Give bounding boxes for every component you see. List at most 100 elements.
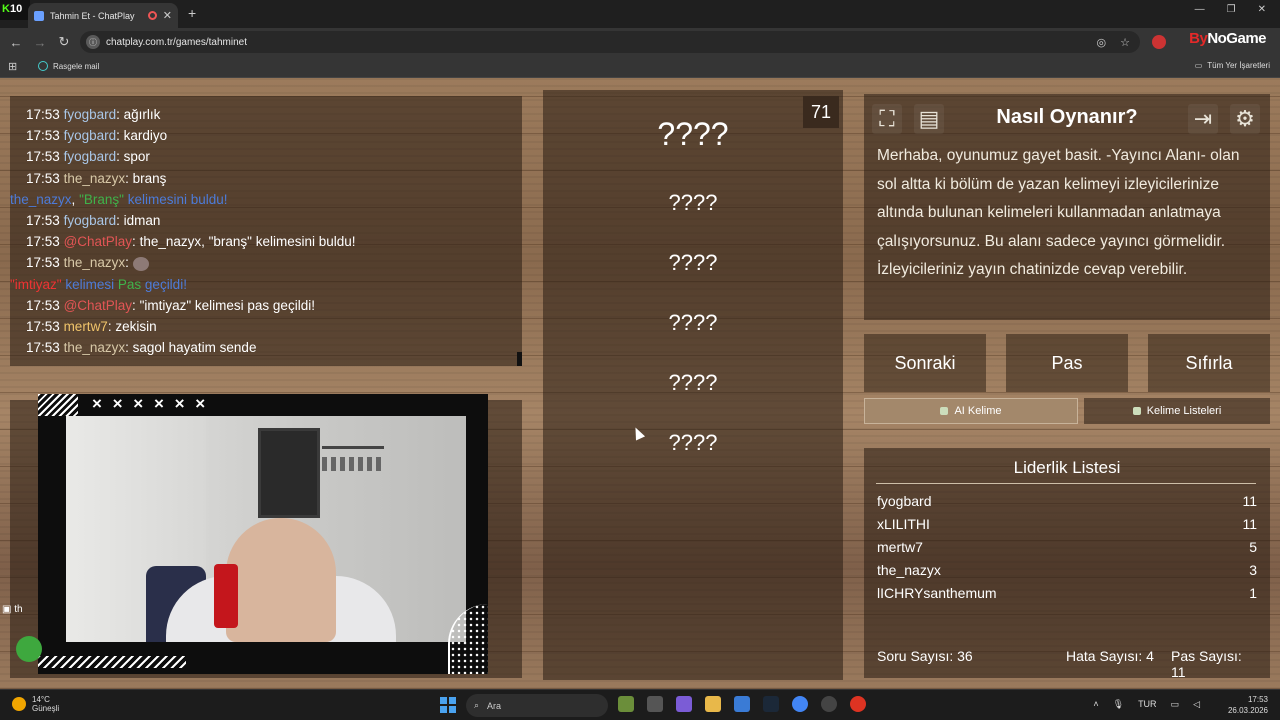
browser-tab[interactable]: Tahmin Et - ChatPlay ✕ (28, 3, 178, 28)
next-button[interactable]: Sonraki (864, 334, 986, 392)
system-message: "imtiyaz" kelimesi Pas geçildi! (10, 274, 522, 295)
pass-button[interactable]: Pas (1006, 334, 1128, 392)
chat-emote-icon (132, 256, 149, 271)
file-explorer-icon[interactable] (705, 696, 721, 712)
extension-icon[interactable] (1152, 35, 1166, 49)
weather-temp: 14°C (32, 695, 50, 704)
player-score: 3 (1249, 562, 1257, 578)
chevron-up-icon[interactable]: ˄ (1093, 699, 1098, 710)
chat-time: 17:53 (26, 170, 60, 186)
eye-off-icon[interactable]: ◎ (1097, 36, 1107, 49)
all-bookmarks-label: Tüm Yer İşaretleri (1207, 61, 1270, 70)
clock[interactable]: 17:53 26.03.2026 (1228, 694, 1268, 716)
player-name: fyogbard (877, 493, 932, 509)
store-icon[interactable] (734, 696, 750, 712)
chat-text: the_nazyx, "branş" kelimesini buldu! (139, 234, 356, 250)
chat-time: 17:53 (26, 319, 60, 335)
chat-time: 17:53 (26, 340, 60, 356)
word-lists-tab[interactable]: Kelime Listeleri (1084, 398, 1270, 424)
player-name: lICHRYsanthemum (877, 585, 997, 601)
network-icon[interactable]: ▭ (1171, 699, 1180, 710)
chat-time: 17:53 (26, 255, 60, 271)
system-message: the_nazyx, "Branş" kelimesini buldu! (10, 191, 228, 207)
back-icon[interactable]: ← (4, 35, 28, 50)
chat-time: 17:53 (26, 234, 60, 250)
forward-icon[interactable]: → (28, 35, 52, 50)
restore-icon[interactable]: ❐ (1227, 4, 1236, 15)
url-field[interactable]: ⓘ chatplay.com.tr/games/tahminet (80, 31, 1140, 53)
weather-widget[interactable]: 14°C Güneşli (12, 695, 59, 713)
player-score: 11 (1242, 493, 1257, 509)
chrome-icon[interactable] (792, 696, 808, 712)
cam-microphone (214, 564, 238, 628)
sys-text: kelimesini buldu! (127, 191, 228, 207)
sys-text: geçildi! (144, 276, 187, 292)
windows-start-icon[interactable] (440, 697, 456, 713)
recorder-icon[interactable] (850, 696, 866, 712)
tab-title: Tahmin Et - ChatPlay (50, 10, 135, 21)
minimize-icon[interactable]: — (1195, 4, 1205, 15)
all-bookmarks[interactable]: ▭ Tüm Yer İşaretleri (1195, 61, 1270, 70)
chat-user: fyogbard (63, 213, 117, 229)
bookmark-favicon-icon (38, 61, 48, 71)
crown-icon: ▣ (2, 604, 12, 615)
sys-text: kelimesi (65, 276, 115, 292)
chat-user: the_nazyx (63, 255, 126, 271)
chat-user: @ChatPlay (63, 297, 133, 313)
chat-time: 17:53 (26, 297, 60, 313)
webcam-video (66, 416, 466, 642)
apps-grid-icon[interactable]: ⊞ (8, 60, 17, 73)
error-count: Hata Sayısı: 4 (1066, 648, 1154, 664)
url-actions: ◎ ☆ (1097, 36, 1130, 49)
ai-word-label: AI Kelime (954, 405, 1002, 417)
leaderboard-row: fyogbard 11 (877, 493, 1257, 509)
clock-date: 26.03.2026 (1227, 706, 1268, 715)
player-name: mertw7 (877, 539, 923, 555)
bynogame-logo-rest: NoGame (1207, 30, 1266, 47)
kick-badge: K10 (0, 0, 30, 20)
windows-taskbar: 14°C Güneşli ⌕ Ara ˄ 🎙 TUR ▭ ◁ 17:53 26.03… (0, 689, 1280, 720)
close-window-icon[interactable]: ✕ (1258, 4, 1266, 15)
reset-button[interactable]: Sıfırla (1148, 334, 1270, 392)
leaderboard-title: Liderlik Listesi (1013, 458, 1121, 477)
copilot-icon[interactable] (676, 696, 692, 712)
search-icon: ⌕ (474, 700, 480, 710)
word-lists-label: Kelime Listeleri (1146, 405, 1222, 417)
microphone-icon[interactable]: 🎙 (1113, 699, 1124, 710)
gear-icon[interactable]: ⚙ (1230, 104, 1260, 134)
exit-icon[interactable]: ⇥ (1188, 104, 1218, 134)
how-to-play-text: Merhaba, oyunumuz gayet basit. -Yayıncı … (877, 147, 1240, 278)
sys-word: "imtiyaz" (10, 276, 62, 292)
chat-message: 17:53 fyogbard: kardiyo (26, 128, 168, 144)
sun-icon (12, 697, 26, 711)
chat-time: 17:53 (26, 128, 60, 144)
language-indicator[interactable]: TUR (1138, 699, 1157, 710)
task-view-icon[interactable] (647, 696, 663, 712)
bookmark-star-icon[interactable]: ☆ (1120, 36, 1130, 49)
tab-close-icon[interactable]: ✕ (163, 9, 172, 22)
cam-wall-frame (258, 428, 320, 518)
bookmark-label: Rasgele mail (53, 61, 100, 71)
chat-message: 17:53 the_nazyx: (26, 252, 522, 273)
reload-icon[interactable]: ↻ (52, 34, 76, 50)
taskbar-apps (618, 696, 866, 712)
kick-badge-count: 10 (9, 3, 23, 15)
taskbar-search[interactable]: ⌕ Ara (466, 694, 608, 717)
ai-word-tab[interactable]: AI Kelime (864, 398, 1078, 424)
steam-icon[interactable] (763, 696, 779, 712)
new-tab-button[interactable]: + (188, 5, 196, 21)
green-circle-icon[interactable] (16, 636, 42, 662)
browser-tabbar: K10 Tahmin Et - ChatPlay ✕ + — ❐ ✕ (0, 0, 1280, 28)
chat-message: 17:53 the_nazyx: branş (26, 170, 167, 186)
app-game-icon[interactable] (618, 696, 634, 712)
chat-time: 17:53 (26, 107, 60, 122)
chat-scrollbar[interactable] (517, 352, 522, 366)
bookmark-rasgele-mail[interactable]: Rasgele mail (38, 61, 99, 71)
site-info-icon[interactable]: ⓘ (86, 35, 100, 49)
settings-app-icon[interactable] (821, 696, 837, 712)
volume-icon[interactable]: ◁ (1193, 699, 1200, 710)
chat-text: idman (123, 213, 161, 229)
chat-time: 17:53 (26, 213, 60, 229)
sys-word: "Branş" (79, 191, 124, 207)
pass-count: Pas Sayısı: 11 (1171, 648, 1242, 680)
